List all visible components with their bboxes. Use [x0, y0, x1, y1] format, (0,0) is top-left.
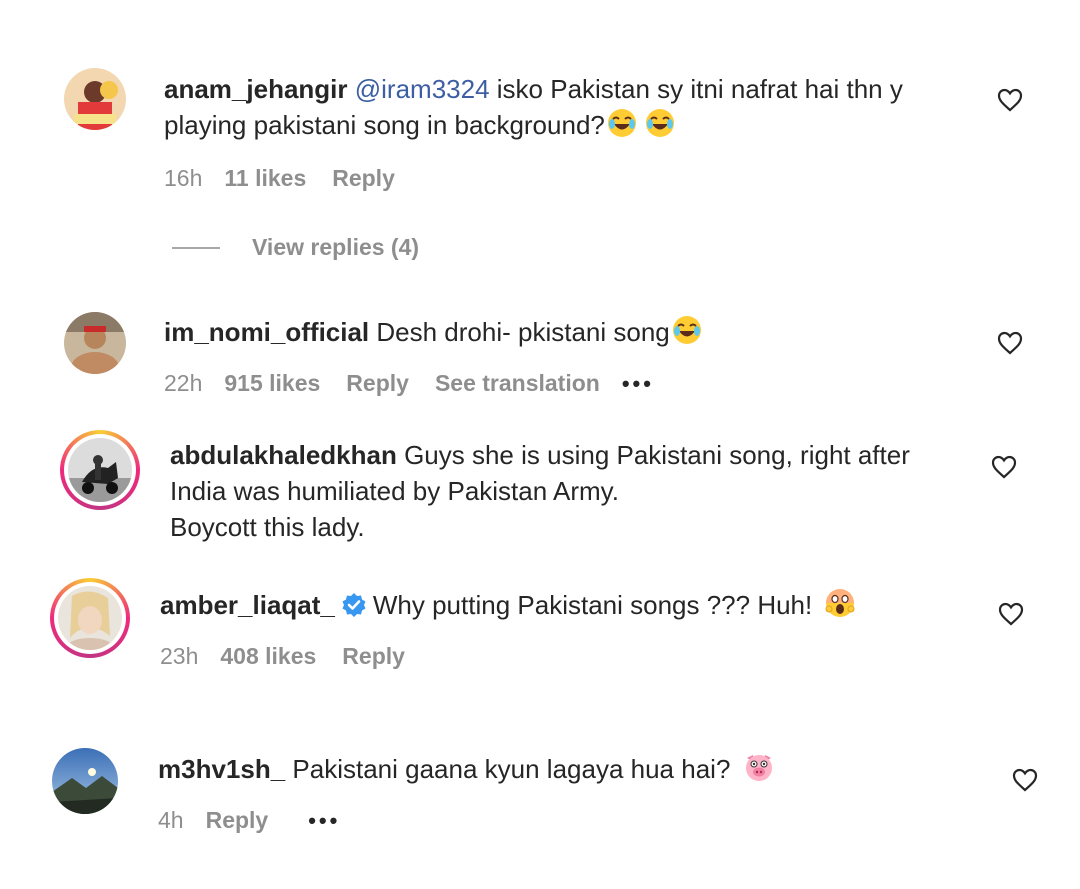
username[interactable]: anam_jehangir: [164, 74, 348, 104]
comment-text: abdulakhaledkhan Guys she is using Pakis…: [170, 437, 910, 545]
avatar[interactable]: [64, 68, 126, 130]
timestamp: 22h: [164, 370, 203, 396]
reply-button[interactable]: Reply: [346, 370, 409, 397]
comment-meta: 22h 915 likes Reply See translation •••: [164, 370, 654, 397]
screaming-face-emoji-icon: [825, 588, 855, 618]
more-options-icon[interactable]: •••: [308, 808, 340, 834]
pig-face-emoji-icon: [744, 752, 774, 782]
view-replies-button[interactable]: View replies (4): [172, 234, 419, 261]
view-replies-label: View replies (4): [252, 234, 420, 260]
comment-body-line2: playing pakistani song in background?: [164, 110, 605, 140]
timestamp: 16h: [164, 165, 203, 191]
likes-count[interactable]: 408 likes: [220, 643, 316, 670]
heart-icon[interactable]: [1012, 768, 1038, 792]
likes-count[interactable]: 915 likes: [224, 370, 320, 397]
comment-meta: 16h 11 likes Reply: [164, 165, 395, 192]
comment-body: Guys she is using Pakistani song, right …: [396, 440, 910, 470]
laughing-emoji-icon: [645, 108, 675, 138]
more-options-icon[interactable]: •••: [622, 371, 654, 397]
comment-body: Desh drohi- pkistani song: [369, 317, 670, 347]
mention-link[interactable]: @iram3324: [355, 74, 490, 104]
comment-body-line3: Boycott this lady.: [170, 512, 365, 542]
timestamp: 23h: [160, 643, 199, 669]
comment-body: Pakistani gaana kyun lagaya hua hai?: [285, 754, 738, 784]
timestamp: 4h: [158, 807, 184, 833]
likes-count[interactable]: 11 likes: [224, 165, 306, 192]
heart-icon[interactable]: [997, 331, 1023, 355]
comment-text: m3hv1sh_ Pakistani gaana kyun lagaya hua…: [158, 751, 774, 787]
see-translation-button[interactable]: See translation: [435, 370, 600, 397]
verified-badge-icon: [341, 591, 367, 617]
heart-icon[interactable]: [997, 88, 1023, 112]
replies-divider: [172, 246, 220, 249]
avatar-story-ring[interactable]: [50, 578, 130, 658]
heart-icon[interactable]: [991, 455, 1017, 479]
avatar[interactable]: [64, 312, 126, 374]
comment-text: amber_liaqat_ Why putting Pakistani songs…: [160, 587, 855, 623]
username[interactable]: abdulakhaledkhan: [170, 440, 397, 470]
reply-button[interactable]: Reply: [206, 807, 269, 834]
reply-button[interactable]: Reply: [332, 165, 395, 192]
username[interactable]: amber_liaqat_: [160, 590, 335, 620]
avatar-story-ring[interactable]: [60, 430, 140, 510]
comment-body: Why putting Pakistani songs ??? Huh!: [372, 590, 820, 620]
comment-meta: 4h Reply •••: [158, 807, 340, 834]
comment-body: isko Pakistan sy itni nafrat hai thn y: [489, 74, 903, 104]
comment-text: anam_jehangir @iram3324 isko Pakistan sy…: [164, 71, 903, 143]
comment-text: im_nomi_official Desh drohi- pkistani so…: [164, 314, 702, 350]
laughing-emoji-icon: [672, 315, 702, 345]
heart-icon[interactable]: [998, 602, 1024, 626]
comment-meta: 23h 408 likes Reply: [160, 643, 405, 670]
comment-body-line2: India was humiliated by Pakistan Army.: [170, 476, 619, 506]
avatar[interactable]: [52, 748, 118, 814]
username[interactable]: m3hv1sh_: [158, 754, 285, 784]
reply-button[interactable]: Reply: [342, 643, 405, 670]
username[interactable]: im_nomi_official: [164, 317, 369, 347]
laughing-emoji-icon: [607, 108, 637, 138]
